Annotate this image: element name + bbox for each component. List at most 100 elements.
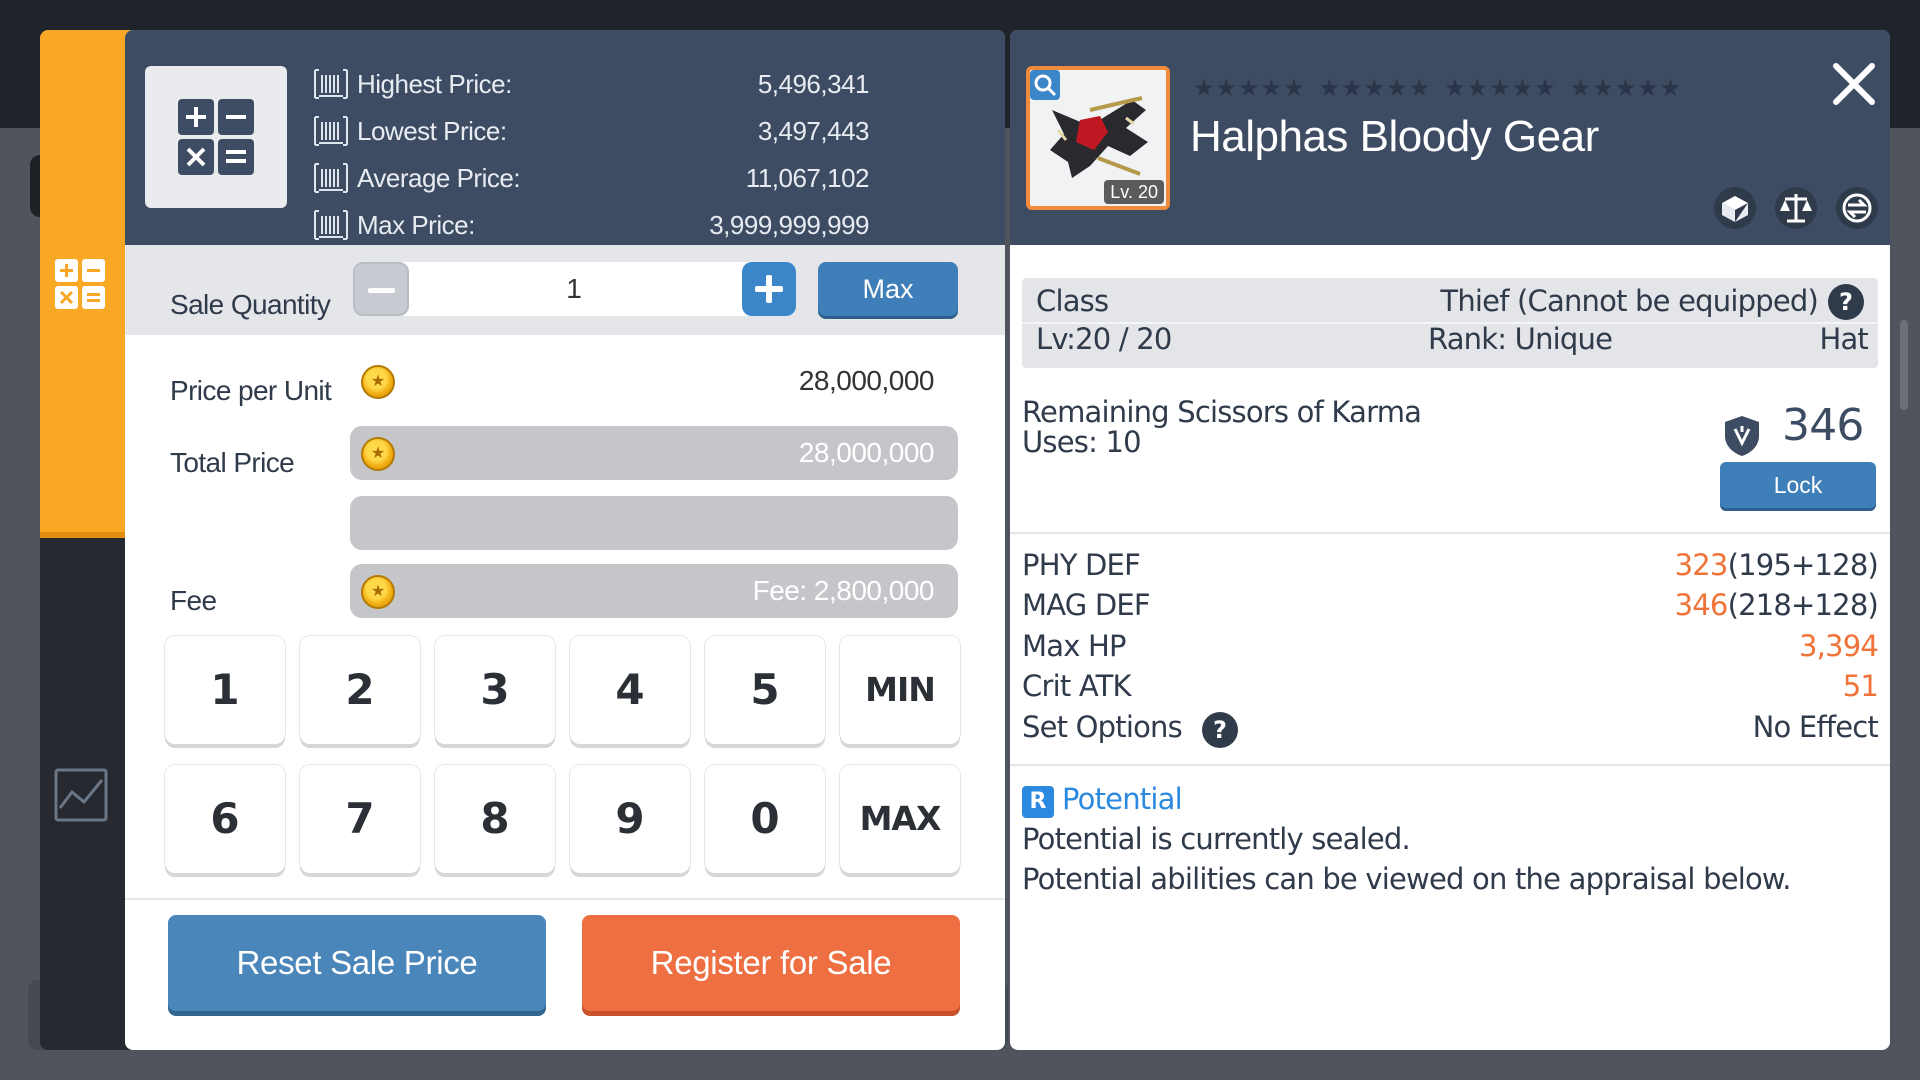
max-price-row: Max Price: 3,999,999,999: [313, 208, 869, 242]
stat-label: Max HP: [1022, 629, 1126, 663]
sell-panel: Highest Price: 5,496,341 Lowest Price: 3…: [125, 30, 1005, 1050]
star-icon: ★: [1444, 74, 1466, 102]
keypad-7[interactable]: 7: [300, 765, 420, 873]
keypad-9[interactable]: 9: [570, 765, 690, 873]
keypad-1[interactable]: 1: [165, 636, 285, 744]
class-label: Class: [1036, 284, 1109, 318]
item-rank: Rank: Unique: [1428, 322, 1613, 356]
help-icon[interactable]: ?: [1828, 284, 1864, 320]
set-options-value: No Effect: [1752, 710, 1879, 744]
divider: [1010, 764, 1890, 766]
quantity-decrement-button[interactable]: [353, 262, 409, 316]
star-icon: ★: [1193, 74, 1215, 102]
stat-label: Crit ATK: [1022, 669, 1132, 703]
empty-field: [350, 496, 958, 550]
market-price-header: Highest Price: 5,496,341 Lowest Price: 3…: [125, 30, 1005, 245]
star-group: ★ ★ ★ ★ ★: [1444, 76, 1556, 100]
total-price-label: Total Price: [170, 447, 295, 478]
divider: [125, 898, 1005, 900]
star-icon: ★: [1489, 74, 1511, 102]
lock-button[interactable]: Lock: [1720, 462, 1876, 508]
keypad-3[interactable]: 3: [435, 636, 555, 744]
item-thumbnail[interactable]: Lv. 20: [1026, 66, 1170, 210]
price-per-unit-value: 28,000,000: [798, 365, 935, 396]
star-icon: ★: [1511, 74, 1534, 102]
price-per-unit-input[interactable]: 28,000,000: [350, 354, 958, 408]
star-icon: ★: [1592, 74, 1614, 102]
price-value: 3,497,443: [757, 115, 870, 146]
star-icon: ★: [1569, 74, 1592, 102]
potential-line: Potential is currently sealed.: [1022, 822, 1411, 856]
keypad-6[interactable]: 6: [165, 765, 285, 873]
item-header: Lv. 20 ★ ★ ★ ★ ★ ★ ★ ★ ★ ★ ★ ★ ★ ★ ★ ★ ★ ★ ★ ★ Halphas Bloo…: [1010, 30, 1890, 245]
fee-field: Fee: 2,800,000: [350, 564, 958, 618]
shield-icon: [1725, 416, 1759, 456]
background-scrollbar: [1900, 320, 1908, 410]
set-options-label: Set Options: [1022, 710, 1183, 744]
keypad-5[interactable]: 5: [705, 636, 825, 744]
star-icon: ★: [1341, 74, 1363, 102]
magnify-icon[interactable]: [1030, 70, 1060, 100]
star-icon: ★: [1614, 74, 1637, 102]
keypad-0[interactable]: 0: [705, 765, 825, 873]
stat-detail: (218+128): [1727, 588, 1879, 622]
keypad-min[interactable]: MIN: [840, 636, 960, 744]
star-icon: ★: [1408, 74, 1431, 102]
star-icon: ★: [1534, 74, 1556, 102]
scale-icon[interactable]: [1773, 185, 1819, 231]
price-per-unit-label: Price per Unit: [170, 375, 332, 406]
price-value: 5,496,341: [757, 68, 870, 99]
star-icon: ★: [1466, 74, 1489, 102]
stat-value-group: 346(218+128): [1674, 588, 1879, 622]
item-name: Halphas Bloody Gear: [1190, 112, 1599, 161]
price-value: 11,067,102: [745, 162, 870, 193]
average-price-row: Average Price: 11,067,102: [313, 161, 870, 195]
rank-badge-icon: R: [1022, 786, 1054, 818]
barcode-icon: [314, 210, 348, 240]
class-value: Thief (Cannot be equipped): [1440, 284, 1818, 318]
total-price-value: 28,000,000: [798, 437, 935, 468]
register-for-sale-button[interactable]: Register for Sale: [582, 915, 960, 1011]
star-group: ★ ★ ★ ★ ★: [1570, 76, 1682, 100]
star-icon: ★: [1637, 74, 1659, 102]
star-icon: ★: [1659, 74, 1682, 102]
star-icon: ★: [1318, 74, 1341, 102]
divider: [1010, 532, 1890, 534]
close-icon[interactable]: [1830, 60, 1878, 108]
price-label: Max Price:: [357, 209, 475, 240]
star-icon: ★: [1238, 74, 1260, 102]
trade-icon[interactable]: [1712, 185, 1758, 231]
lowest-price-row: Lowest Price: 3,497,443: [313, 114, 870, 148]
keypad-2[interactable]: 2: [300, 636, 420, 744]
stat-detail: (195+128): [1727, 548, 1879, 582]
reset-sale-price-button[interactable]: Reset Sale Price: [168, 915, 546, 1011]
help-icon[interactable]: ?: [1202, 712, 1238, 748]
quantity-max-button[interactable]: Max: [818, 262, 958, 316]
stat-value: 346: [1674, 588, 1729, 622]
keypad-8[interactable]: 8: [435, 765, 555, 873]
coin-icon: [361, 575, 395, 609]
star-icon: ★: [1386, 74, 1408, 102]
star-icon: ★: [1260, 74, 1283, 102]
item-detail-panel: Lv. 20 ★ ★ ★ ★ ★ ★ ★ ★ ★ ★ ★ ★ ★ ★ ★ ★ ★ ★ ★ ★ Halphas Bloo…: [1010, 30, 1890, 1050]
stat-value: 3,394: [1798, 629, 1879, 663]
enhancement-stars: ★ ★ ★ ★ ★ ★ ★ ★ ★ ★ ★ ★ ★ ★ ★ ★ ★ ★ ★ ★: [1193, 76, 1681, 100]
chart-icon[interactable]: [54, 768, 108, 822]
item-power: 346: [1782, 400, 1864, 451]
transfer-icon[interactable]: [1834, 185, 1880, 231]
highest-price-row: Highest Price: 5,496,341: [313, 67, 870, 101]
keypad-4[interactable]: 4: [570, 636, 690, 744]
quantity-increment-button[interactable]: [742, 262, 796, 316]
calculator-icon: [55, 259, 105, 309]
keypad-max[interactable]: MAX: [840, 765, 960, 873]
price-label: Lowest Price:: [357, 115, 507, 146]
price-label: Highest Price:: [357, 68, 512, 99]
karma-label: Remaining Scissors of Karma: [1022, 395, 1422, 429]
stat-value-group: 323(195+128): [1675, 548, 1879, 582]
quantity-value[interactable]: 1: [409, 262, 739, 316]
fee-value: Fee: 2,800,000: [752, 575, 935, 606]
barcode-icon: [314, 163, 348, 193]
item-level-badge: Lv. 20: [1104, 180, 1164, 204]
calculator-tile: [145, 66, 287, 208]
stat-label: PHY DEF: [1022, 548, 1141, 582]
